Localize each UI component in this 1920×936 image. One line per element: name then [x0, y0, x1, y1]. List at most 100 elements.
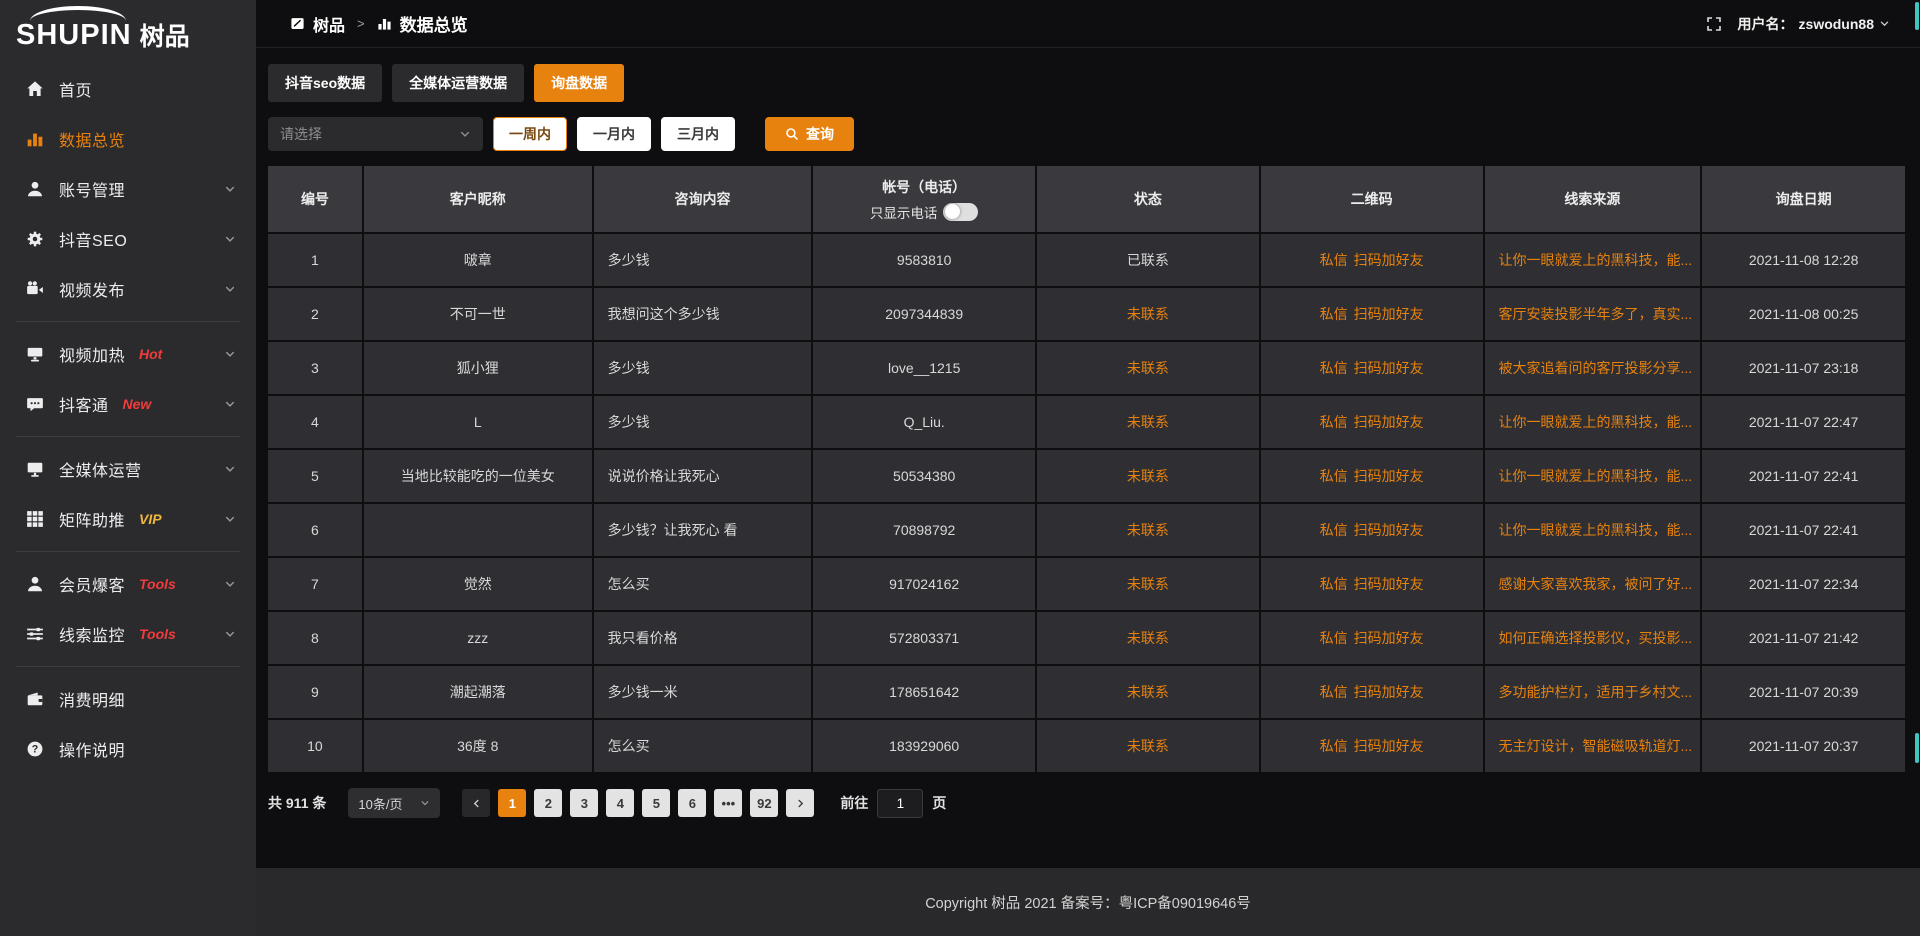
copyright-text: Copyright 树品 2021 备案号：粤ICP备09019646号	[925, 892, 1251, 913]
cell-status: 已联系	[1037, 234, 1259, 286]
page-button-3[interactable]: 3	[570, 789, 598, 817]
cell-content: 多少钱	[594, 396, 812, 448]
sidebar-item-member-burst[interactable]: 会员爆客Tools	[0, 559, 256, 609]
tab-1[interactable]: 全媒体运营数据	[392, 64, 524, 102]
qr-private-message-link[interactable]: 私信	[1320, 250, 1348, 270]
cell-qr: 私信扫码加好友	[1261, 720, 1483, 772]
page-button-6[interactable]: 6	[678, 789, 706, 817]
sidebar-item-matrix-boost[interactable]: 矩阵助推VIP	[0, 494, 256, 544]
qr-scan-add-friend-link[interactable]: 扫码加好友	[1354, 304, 1424, 324]
page-button-1[interactable]: 1	[498, 789, 526, 817]
sidebar-item-douketong[interactable]: 抖客通New	[0, 379, 256, 429]
goto-label: 前往	[840, 793, 868, 813]
sidebar-item-video-publish[interactable]: 视频发布	[0, 264, 256, 314]
qr-private-message-link[interactable]: 私信	[1320, 304, 1348, 324]
cell-no: 10	[268, 720, 362, 772]
phone-toggle-label: 只显示电话	[870, 202, 938, 222]
cell-content: 多少钱	[594, 342, 812, 394]
sidebar-item-media-operation[interactable]: 全媒体运营	[0, 444, 256, 494]
cell-content: 多少钱	[594, 234, 812, 286]
qr-scan-add-friend-link[interactable]: 扫码加好友	[1354, 682, 1424, 702]
prev-page-button[interactable]	[462, 789, 490, 817]
user-menu[interactable]: 用户名： zswodun88	[1738, 14, 1890, 34]
qr-scan-add-friend-link[interactable]: 扫码加好友	[1354, 736, 1424, 756]
divider	[16, 551, 240, 552]
qr-private-message-link[interactable]: 私信	[1320, 736, 1348, 756]
table-header-cell: 线索来源	[1485, 166, 1701, 232]
sidebar-item-clue-monitor[interactable]: 线索监控Tools	[0, 609, 256, 659]
sidebar-item-consume-detail[interactable]: 消费明细	[0, 674, 256, 724]
lead-source-link[interactable]: 让你一眼就爱上的黑科技，能...	[1499, 466, 1693, 486]
filter-bar: 请选择 一周内一月内三月内 查询	[268, 117, 1905, 151]
lead-source-link[interactable]: 如何正确选择投影仪，买投影...	[1499, 628, 1693, 648]
tab-2[interactable]: 询盘数据	[534, 64, 624, 102]
lead-source-link[interactable]: 客厅安装投影半年多了，真实...	[1499, 304, 1693, 324]
qr-private-message-link[interactable]: 私信	[1320, 628, 1348, 648]
lead-source-link[interactable]: 被大家追着问的客厅投影分享...	[1499, 358, 1693, 378]
cell-inquiry-date: 2021-11-07 20:39	[1702, 666, 1905, 718]
lead-source-link[interactable]: 让你一眼就爱上的黑科技，能...	[1499, 250, 1693, 270]
range-button-0[interactable]: 一周内	[493, 117, 567, 151]
scrollbar-thumb[interactable]	[1915, 2, 1919, 30]
cell-account: 9583810	[813, 234, 1035, 286]
lead-source-link[interactable]: 让你一眼就爱上的黑科技，能...	[1499, 520, 1693, 540]
sidebar-item-home[interactable]: 首页	[0, 64, 256, 114]
lead-source-link[interactable]: 无主灯设计，智能磁吸轨道灯...	[1499, 736, 1693, 756]
sidebar-item-label: 数据总览	[59, 127, 125, 151]
qr-scan-add-friend-link[interactable]: 扫码加好友	[1354, 466, 1424, 486]
cell-inquiry-date: 2021-11-07 22:34	[1702, 558, 1905, 610]
scrollbar-thumb[interactable]	[1915, 733, 1919, 763]
cell-lead-source: 感谢大家喜欢我家，被问了好...	[1485, 558, 1701, 610]
qr-private-message-link[interactable]: 私信	[1320, 412, 1348, 432]
search-button[interactable]: 查询	[765, 117, 854, 151]
account-select[interactable]: 请选择	[268, 117, 483, 151]
lead-source-link[interactable]: 感谢大家喜欢我家，被问了好...	[1499, 574, 1693, 594]
page-button-2[interactable]: 2	[534, 789, 562, 817]
qr-scan-add-friend-link[interactable]: 扫码加好友	[1354, 412, 1424, 432]
range-button-2[interactable]: 三月内	[661, 117, 735, 151]
page-size-select[interactable]: 10条/页	[348, 788, 440, 818]
app-root: SHUPIN 树品 首页数据总览账号管理抖音SEO视频发布视频加热Hot抖客通N…	[0, 0, 1920, 936]
cell-lead-source: 多功能护栏灯，适用于乡村文...	[1485, 666, 1701, 718]
divider	[16, 436, 240, 437]
qr-scan-add-friend-link[interactable]: 扫码加好友	[1354, 628, 1424, 648]
qr-scan-add-friend-link[interactable]: 扫码加好友	[1354, 250, 1424, 270]
breadcrumb-root[interactable]: 树品	[313, 12, 345, 36]
lead-source-link[interactable]: 多功能护栏灯，适用于乡村文...	[1499, 682, 1693, 702]
qr-scan-add-friend-link[interactable]: 扫码加好友	[1354, 358, 1424, 378]
qr-scan-add-friend-link[interactable]: 扫码加好友	[1354, 574, 1424, 594]
sidebar-item-video-heat[interactable]: 视频加热Hot	[0, 329, 256, 379]
qr-private-message-link[interactable]: 私信	[1320, 358, 1348, 378]
qr-private-message-link[interactable]: 私信	[1320, 520, 1348, 540]
logo-text-en: SHUPIN	[16, 21, 132, 50]
goto-page-input[interactable]	[877, 789, 923, 818]
qr-scan-add-friend-link[interactable]: 扫码加好友	[1354, 520, 1424, 540]
qr-private-message-link[interactable]: 私信	[1320, 466, 1348, 486]
fullscreen-icon[interactable]	[1706, 16, 1722, 32]
divider	[16, 666, 240, 667]
sidebar-item-account-manage[interactable]: 账号管理	[0, 164, 256, 214]
cell-inquiry-date: 2021-11-08 12:28	[1702, 234, 1905, 286]
logo: SHUPIN 树品	[0, 0, 256, 58]
qr-private-message-link[interactable]: 私信	[1320, 574, 1348, 594]
range-button-1[interactable]: 一月内	[577, 117, 651, 151]
cell-qr: 私信扫码加好友	[1261, 396, 1483, 448]
phone-only-toggle[interactable]	[943, 203, 978, 221]
lead-source-link[interactable]: 让你一眼就爱上的黑科技，能...	[1499, 412, 1693, 432]
table-row: 3狐小狸多少钱love__1215未联系私信扫码加好友被大家追着问的客厅投影分享…	[268, 342, 1905, 394]
chevron-down-icon	[224, 463, 236, 475]
page-button-5[interactable]: 5	[642, 789, 670, 817]
qr-private-message-link[interactable]: 私信	[1320, 682, 1348, 702]
cell-account: 572803371	[813, 612, 1035, 664]
page-button-•••[interactable]: •••	[714, 789, 742, 817]
sidebar-item-douyin-seo[interactable]: 抖音SEO	[0, 214, 256, 264]
cell-content: 怎么买	[594, 720, 812, 772]
page-button-4[interactable]: 4	[606, 789, 634, 817]
sidebar-item-data-overview[interactable]: 数据总览	[0, 114, 256, 164]
sidebar-item-operation-guide[interactable]: ?操作说明	[0, 724, 256, 774]
page-button-92[interactable]: 92	[750, 789, 778, 817]
cast-icon	[26, 345, 44, 363]
cell-account: 183929060	[813, 720, 1035, 772]
tab-0[interactable]: 抖音seo数据	[268, 64, 382, 102]
next-page-button[interactable]	[786, 789, 814, 817]
